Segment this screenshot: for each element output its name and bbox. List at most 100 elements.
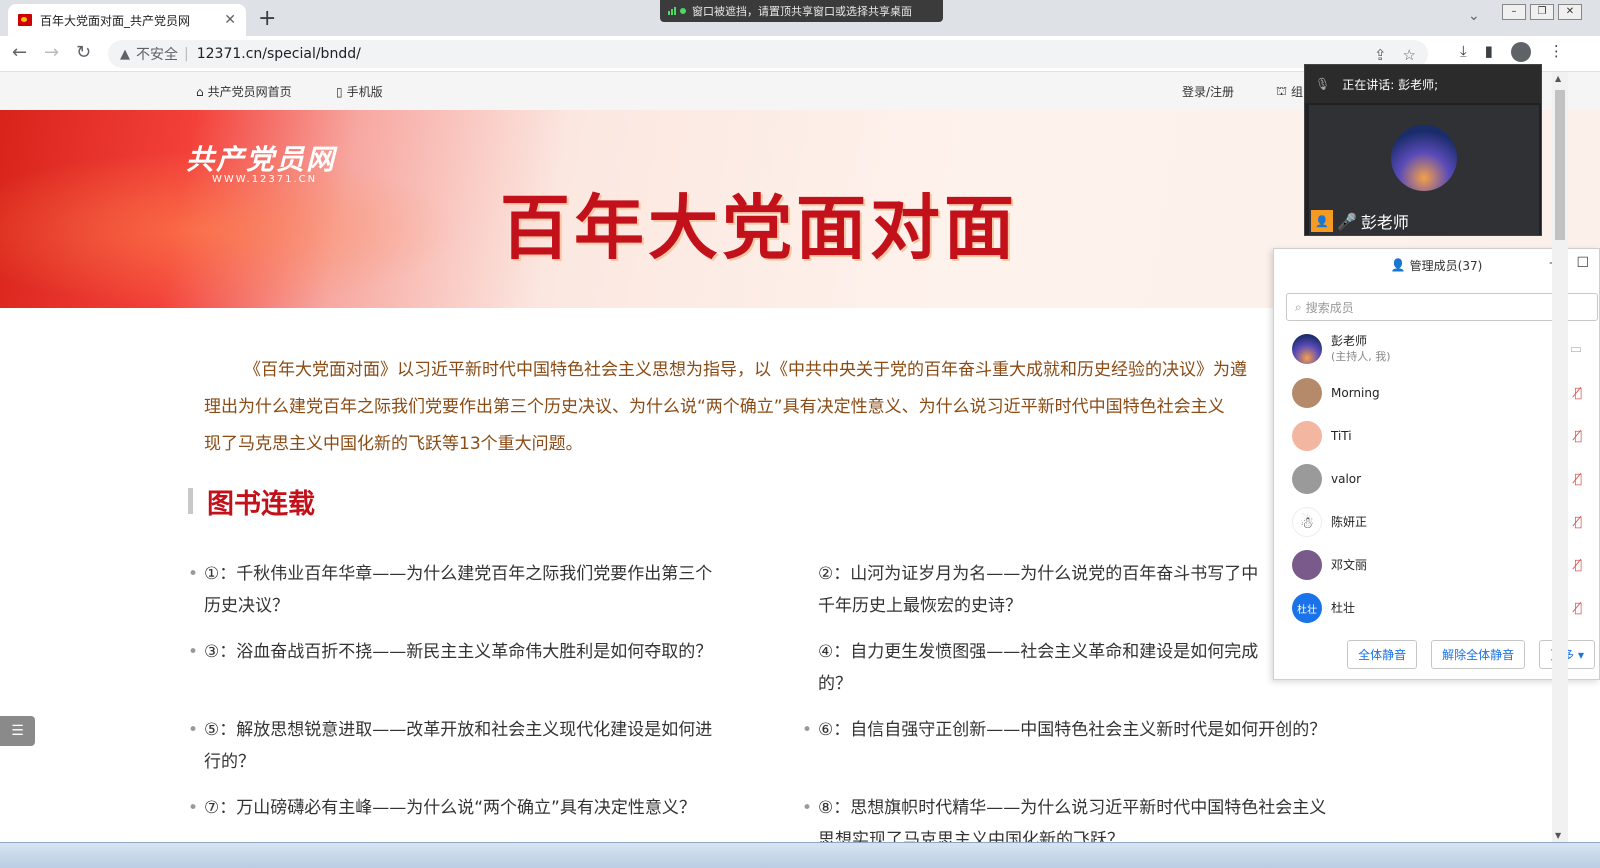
tab-search-chevron-icon[interactable]: ⌄ [1468,8,1480,24]
close-window-button[interactable]: ✕ [1558,4,1582,20]
member-name: 杜壮 [1331,601,1356,615]
mic-muted-icon[interactable]: 🎙̸ [1574,386,1582,401]
members-header: 👤 管理成员(37) — ☐ [1274,249,1599,281]
member-row[interactable]: 杜壮 杜壮 🎙̸ [1292,592,1592,624]
nav-home-link[interactable]: ⌂ 共产党员网首页 [196,83,292,100]
list-bullet: • [802,720,813,740]
chapter-title-line1: ⑤：解放思想锐意进取——改革开放和社会主义现代化建设是如何进 [204,720,713,740]
page-scrollbar[interactable]: ▲ ▼ [1552,72,1568,842]
member-row[interactable]: TiTi 🎙̸ [1292,420,1592,452]
screen-share-warning: 窗口被遮挡，请置顶共享窗口或选择共享桌面 [660,0,943,22]
restore-window-button[interactable]: ❐ [1530,4,1554,20]
mic-muted-icon[interactable]: 🎙̸ [1574,515,1582,530]
url-text[interactable]: 12371.cn/special/bndd/ [197,46,361,62]
member-row[interactable]: valor 🎙̸ [1292,463,1592,495]
chapter-link-2[interactable]: • ②：山河为证岁月为名——为什么说党的百年奋斗书写了中 千年历史上最恢宏的史诗… [818,558,1278,622]
browser-tab-active[interactable]: 百年大党面对面_共产党员网 ✕ [8,4,246,36]
nav-org-link[interactable]: ⛫ 组 [1276,83,1303,100]
chapter-title-line1: ⑧：思想旗帜时代精华——为什么说习近平新时代中国特色社会主义 [818,798,1327,818]
forward-arrow-icon[interactable]: → [44,42,59,63]
mic-muted-icon[interactable]: 🎙̸ [1574,601,1582,616]
scroll-down-arrow-icon[interactable]: ▼ [1555,831,1561,840]
intro-line: 理出为什么建党百年之际我们党要作出第三个历史决议、为什么说“两个确立”具有决定性… [204,397,1225,417]
nav-mobile-label: 手机版 [346,85,383,99]
back-arrow-icon[interactable]: ← [12,42,27,63]
new-tab-button[interactable]: + [258,6,276,31]
chapter-link-4[interactable]: • ④：自力更生发愤图强——社会主义革命和建设是如何完成 的？ [818,636,1278,700]
home-icon: ⌂ [196,84,204,99]
tab-title: 百年大党面对面_共产党员网 [40,13,191,28]
recording-dot-icon [680,8,686,14]
member-name: 邓文丽 [1331,558,1368,572]
list-bullet: • [188,798,199,818]
screen-share-icon[interactable]: ▭ [1570,342,1582,357]
share-icon[interactable]: ⇪ [1374,46,1387,64]
intro-line: 现了马克思主义中国化新的飞跃等13个重大问题。 [204,434,583,454]
table-of-contents-toggle-icon[interactable]: ☰ [0,716,35,746]
chapter-title-line1: ②：山河为证岁月为名——为什么说党的百年奋斗书写了中 [818,564,1259,584]
speaker-video[interactable]: 👤 🎤 彭老师 [1309,105,1539,235]
tab-close-icon[interactable]: ✕ [224,12,236,28]
person-icon: 👤 [1390,258,1406,272]
reload-icon[interactable]: ↻ [76,42,91,63]
host-badge-icon: 👤 [1311,210,1333,232]
member-role: (主持人, 我) [1331,350,1391,363]
chapter-title-line1: ⑦：万山磅礴必有主峰——为什么说“两个确立”具有决定性意义？ [204,798,696,818]
nav-home-label: 共产党员网首页 [207,85,292,99]
list-bullet: • [188,642,199,662]
chapter-link-3[interactable]: • ③：浴血奋战百折不挠——新民主主义革命伟大胜利是如何夺取的？ [188,636,764,668]
chapter-title-line2: 的？ [818,674,852,694]
download-icon[interactable]: ⤓ [1460,42,1467,62]
chapter-title-line2: 千年历史上最恢宏的史诗？ [818,596,1022,616]
chapter-link-6[interactable]: • ⑥：自信自强守正创新——中国特色社会主义新时代是如何开创的？ [802,714,1378,746]
nav-mobile-link[interactable]: ▯ 手机版 [336,83,383,100]
member-row[interactable]: 彭老师 (主持人, 我) ▭ [1292,333,1592,365]
chapter-link-5[interactable]: • ⑤：解放思想锐意进取——改革开放和社会主义现代化建设是如何进 行的？ [188,714,764,778]
members-title: 管理成员(37) [1409,258,1483,273]
speaker-header: 🎙 正在讲话: 彭老师; [1305,65,1541,103]
site-logo[interactable]: 共产党员网 [186,138,336,178]
toolbar-right-actions: ⤓ ▮ ⋮ [1460,42,1564,62]
member-avatar: ☃ [1292,507,1322,537]
browser-menu-icon[interactable]: ⋮ [1549,42,1564,62]
nav-org-label: 组 [1291,85,1304,99]
mic-muted-icon[interactable]: 🎙̸ [1574,472,1582,487]
chapter-title-line1: ⑥：自信自强守正创新——中国特色社会主义新时代是如何开创的？ [818,720,1327,740]
login-register-link[interactable]: 登录/注册 [1182,83,1234,100]
minimize-window-button[interactable]: – [1502,4,1526,20]
chapter-link-1[interactable]: • ①：千秋伟业百年华章——为什么建党百年之际我们党要作出第三个 历史决议？ [188,558,764,622]
org-icon: ⛫ [1276,83,1288,98]
member-avatar: 杜壮 [1292,593,1322,623]
address-bar[interactable]: ▲ 不安全 | 12371.cn/special/bndd/ ⇪ ☆ [108,40,1428,68]
scroll-up-arrow-icon[interactable]: ▲ [1555,74,1561,83]
member-avatar [1292,378,1322,408]
mic-muted-icon[interactable]: 🎙̸ [1574,558,1582,573]
member-row[interactable]: 邓文丽 🎙̸ [1292,549,1592,581]
share-warning-text: 窗口被遮挡，请置顶共享窗口或选择共享桌面 [692,5,912,18]
chapter-title-line1: ①：千秋伟业百年华章——为什么建党百年之际我们党要作出第三个 [204,564,713,584]
member-name: 彭老师 [1331,334,1368,348]
section-heading: 图书连载 [188,484,315,520]
chapter-title-line1: ④：自力更生发愤图强——社会主义革命和建设是如何完成 [818,642,1259,662]
browser-tabstrip: 百年大党面对面_共产党员网 ✕ + 窗口被遮挡，请置顶共享窗口或选择共享桌面 ⌄… [0,0,1600,36]
member-avatar [1292,334,1322,364]
warning-triangle-icon[interactable]: ▲ [120,47,130,62]
side-panel-icon[interactable]: ▮ [1485,42,1493,62]
maximize-panel-button[interactable]: ☐ [1576,255,1589,271]
speaking-label: 正在讲话: 彭老师; [1342,77,1439,92]
scrollbar-thumb[interactable] [1555,90,1565,240]
intro-paragraph: 《百年大党面对面》以习近平新时代中国特色社会主义思想为指导，以《中共中央关于党的… [204,352,1284,463]
mic-muted-icon[interactable]: 🎙̸ [1574,429,1582,444]
page-headline: 百年大党面对面 [500,186,1018,269]
section-heading-text: 图书连载 [207,488,315,520]
member-row[interactable]: Morning 🎙̸ [1292,377,1592,409]
profile-avatar-icon[interactable] [1510,42,1531,62]
unmute-all-button[interactable]: 解除全体静音 [1431,640,1526,669]
member-avatar [1292,464,1322,494]
speaker-name-tag: 👤 🎤 彭老师 [1311,209,1409,233]
mute-all-button[interactable]: 全体静音 [1347,640,1418,669]
bookmark-star-icon[interactable]: ☆ [1403,46,1416,64]
chapter-link-7[interactable]: • ⑦：万山磅礴必有主峰——为什么说“两个确立”具有决定性意义？ [188,792,764,824]
list-bullet: • [188,564,199,584]
member-row[interactable]: ☃ 陈妍正 🎙̸ [1292,506,1592,538]
